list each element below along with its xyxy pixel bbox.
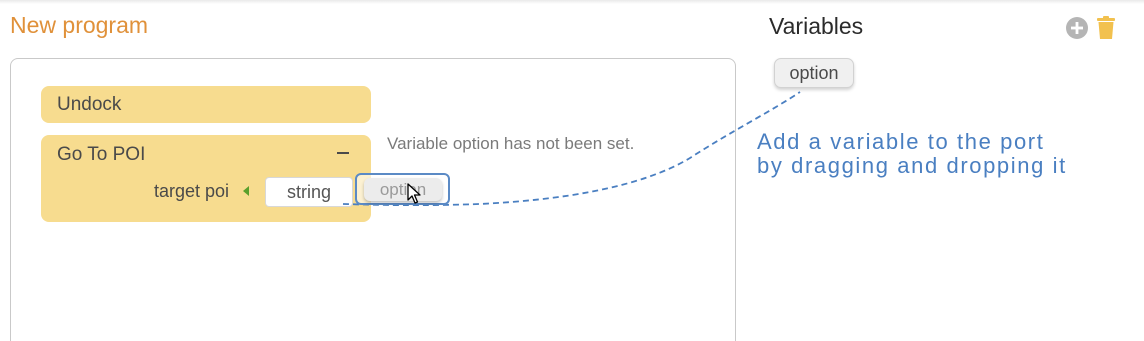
target-poi-port-label: target poi (154, 181, 230, 201)
top-divider (0, 0, 1144, 4)
mouse-pointer-icon (407, 183, 421, 204)
hint-line-2: by dragging and dropping it (757, 153, 1067, 178)
drag-drop-target[interactable]: option (355, 173, 450, 205)
collapse-button[interactable] (337, 152, 349, 154)
target-poi-port-input[interactable]: string (265, 177, 353, 207)
undock-block[interactable]: Undock (41, 86, 371, 123)
program-title: New program (10, 12, 149, 38)
hint-line-1: Add a variable to the port (757, 129, 1045, 154)
variables-title: Variables (769, 13, 864, 39)
go-to-poi-block-title: Go To POI (57, 144, 146, 165)
undock-block-title: Undock (57, 94, 122, 115)
editor-window: New program Undock Go To POI target poi … (0, 0, 1144, 341)
go-to-poi-block[interactable]: Go To POI target poi string (41, 135, 371, 222)
variable-chip-option[interactable]: option (774, 58, 854, 88)
plus-circle-icon[interactable] (1066, 17, 1088, 39)
dragged-variable-chip[interactable]: option (364, 178, 442, 201)
trash-icon[interactable] (1097, 16, 1115, 39)
drag-hint-text: Add a variable to the port by dragging a… (757, 130, 1067, 178)
variable-warning-message: Variable option has not been set. (387, 134, 635, 153)
caret-left-icon (243, 186, 249, 196)
